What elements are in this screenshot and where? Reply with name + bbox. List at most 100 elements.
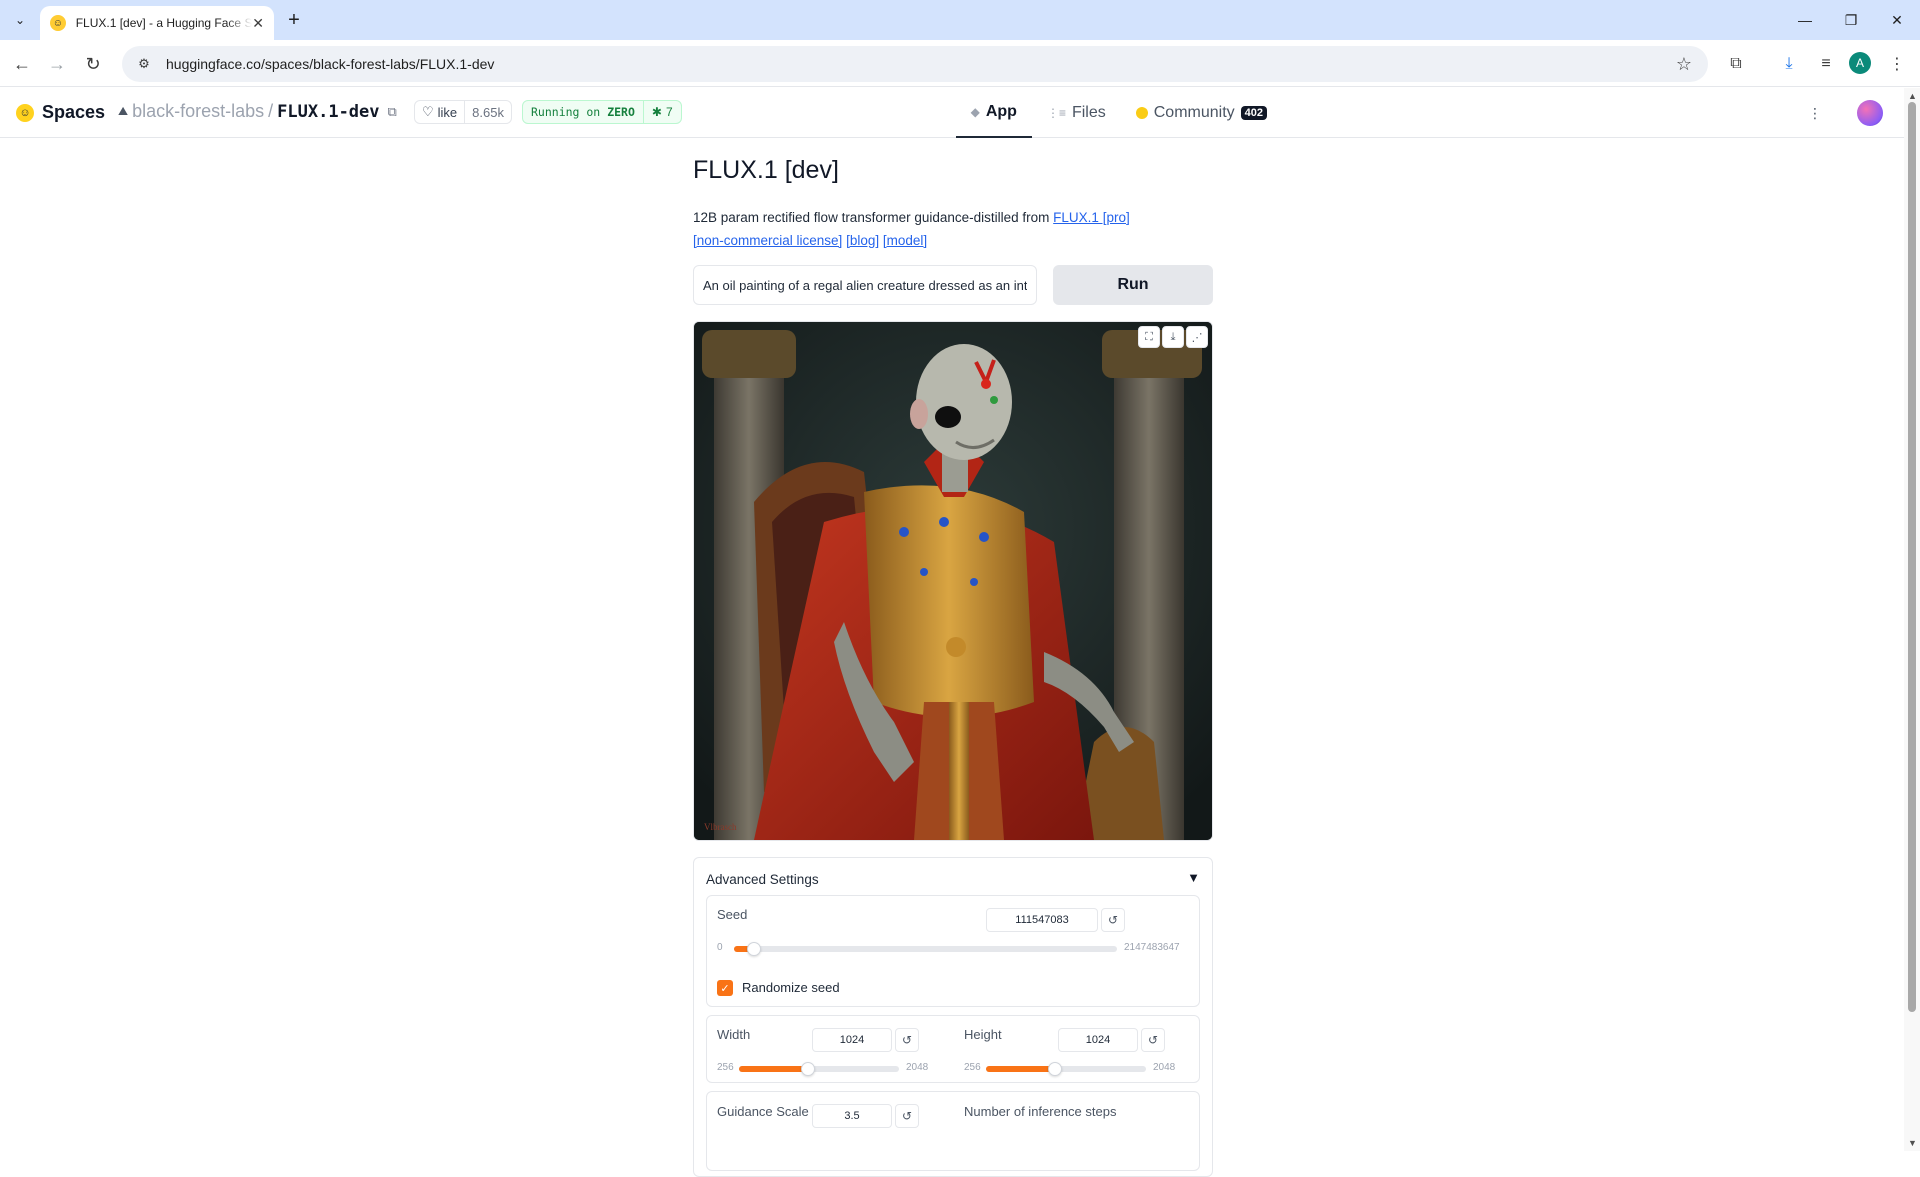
like-count[interactable]: 8.65k: [465, 105, 511, 120]
height-input[interactable]: [1058, 1028, 1138, 1052]
browser-tab[interactable]: ☺ FLUX.1 [dev] - a Hugging Face Space ✕: [40, 6, 274, 40]
width-slider[interactable]: [739, 1062, 899, 1076]
flux-pro-link[interactable]: FLUX.1 [pro]: [1053, 210, 1130, 225]
share-icon[interactable]: ⋰: [1186, 326, 1208, 348]
like-button[interactable]: ♡ like 8.65k: [414, 100, 512, 124]
repo-name[interactable]: FLUX.1-dev: [277, 102, 379, 122]
tab-search-icon[interactable]: ⌄: [8, 8, 32, 32]
address-bar[interactable]: ⚙ huggingface.co/spaces/black-forest-lab…: [122, 46, 1708, 82]
tab-community-label: Community: [1153, 104, 1235, 121]
width-reset-icon[interactable]: ↺: [895, 1028, 919, 1052]
url-text: huggingface.co/spaces/black-forest-labs/…: [166, 56, 495, 72]
repo-breadcrumb: ⛰ black-forest-labs / FLUX.1-dev ⧉: [118, 101, 397, 122]
site-info-icon[interactable]: ⚙: [136, 56, 152, 72]
running-text: Running on ZERO: [523, 105, 643, 119]
seed-input[interactable]: [986, 908, 1098, 932]
randomize-seed-checkbox[interactable]: ✓: [717, 980, 733, 996]
spaces-logo[interactable]: ☺ Spaces: [16, 102, 105, 123]
like-segment: ♡ like: [415, 101, 466, 123]
blog-link[interactable]: [blog]: [846, 233, 879, 248]
reload-icon[interactable]: ↻: [79, 50, 107, 78]
seed-slider-handle[interactable]: [746, 942, 761, 956]
height-slider[interactable]: [986, 1062, 1146, 1076]
more-options-icon[interactable]: ⋮: [1803, 101, 1827, 125]
download-icon[interactable]: ⤓: [1162, 326, 1184, 348]
prompt-input[interactable]: [693, 265, 1037, 305]
browser-tab-strip: ⌄ ☺ FLUX.1 [dev] - a Hugging Face Space …: [0, 0, 1920, 40]
running-count: ✱ 7: [642, 101, 681, 123]
guidance-scale-label: Guidance Scale: [717, 1104, 809, 1119]
hugging-face-favicon-icon: ☺: [50, 15, 66, 31]
close-window-icon[interactable]: ✕: [1874, 0, 1920, 40]
randomize-seed-label[interactable]: Randomize seed: [742, 980, 840, 995]
painting-signature: Vlbrasch: [704, 822, 737, 832]
tab-title: FLUX.1 [dev] - a Hugging Face Space: [75, 16, 253, 30]
bookmark-star-icon[interactable]: ☆: [1676, 54, 1692, 75]
guidance-reset-icon[interactable]: ↺: [895, 1104, 919, 1128]
scroll-down-icon[interactable]: ▼: [1908, 1138, 1917, 1148]
browser-profile-avatar[interactable]: A: [1849, 52, 1871, 74]
seed-panel: Seed ↺ 0 2147483647 ✓ Randomize seed: [706, 895, 1200, 1007]
files-icon: ⋮≡: [1046, 106, 1066, 120]
tab-files-label: Files: [1071, 104, 1106, 121]
org-avatar-icon: ⛰: [118, 104, 129, 118]
height-reset-icon[interactable]: ↺: [1141, 1028, 1165, 1052]
width-max: 2048: [906, 1062, 929, 1073]
tab-app-label: App: [985, 103, 1017, 120]
space-tabs: ◆ App ⋮≡ Files Community 402: [955, 88, 1282, 138]
height-max: 2048: [1153, 1062, 1176, 1073]
guidance-scale-input[interactable]: [812, 1104, 892, 1128]
breadcrumb-separator: /: [268, 101, 274, 121]
tab-app[interactable]: ◆ App: [955, 88, 1032, 138]
forward-icon[interactable]: →: [43, 50, 71, 78]
result-image[interactable]: Vlbrasch ⛶ ⤓ ⋰: [693, 321, 1213, 841]
new-tab-icon[interactable]: +: [282, 8, 306, 32]
model-link[interactable]: [model]: [883, 233, 927, 248]
height-slider-fill: [986, 1066, 1055, 1072]
height-slider-handle[interactable]: [1047, 1062, 1062, 1076]
seed-min: 0: [717, 942, 723, 953]
tab-files[interactable]: ⋮≡ Files: [1032, 88, 1121, 138]
seed-reset-icon[interactable]: ↺: [1101, 908, 1125, 932]
running-status-badge[interactable]: Running on ZERO ✱ 7: [522, 100, 682, 124]
seed-slider[interactable]: [734, 942, 1117, 956]
heart-icon: ♡: [422, 104, 434, 119]
dimensions-panel: Width ↺ 256 2048 Height ↺ 256 2048: [706, 1015, 1200, 1083]
width-input[interactable]: [812, 1028, 892, 1052]
tab-close-icon[interactable]: ✕: [252, 15, 264, 32]
caret-down-icon[interactable]: ▼: [1187, 870, 1200, 885]
back-icon[interactable]: ←: [8, 50, 36, 78]
page-scrollbar[interactable]: ▲ ▼: [1904, 88, 1920, 1151]
advanced-settings-toggle[interactable]: Advanced Settings: [706, 872, 819, 887]
width-slider-handle[interactable]: [800, 1062, 815, 1076]
running-prefix: Running on: [531, 105, 601, 119]
description-text: 12B param rectified flow transformer gui…: [693, 210, 1050, 225]
copy-icon[interactable]: ⧉: [388, 104, 397, 120]
org-link[interactable]: black-forest-labs: [132, 101, 264, 122]
downloads-icon[interactable]: ⤓: [1777, 52, 1801, 76]
scroll-up-icon[interactable]: ▲: [1908, 91, 1917, 101]
running-hardware: ZERO: [607, 105, 635, 119]
community-count-badge: 402: [1240, 106, 1267, 120]
run-button[interactable]: Run: [1053, 265, 1213, 305]
app-description: 12B param rectified flow transformer gui…: [693, 206, 1213, 252]
extensions-icon[interactable]: ⧉: [1724, 52, 1748, 76]
advanced-settings-accordion: Advanced Settings ▼ Seed ↺ 0 2147483647 …: [693, 857, 1213, 1177]
tab-community[interactable]: Community 402: [1121, 88, 1282, 138]
minimize-icon[interactable]: —: [1782, 0, 1828, 40]
guidance-steps-panel: Guidance Scale ↺ Number of inference ste…: [706, 1091, 1200, 1171]
running-count-value: 7: [665, 105, 673, 119]
fullscreen-icon[interactable]: ⛶: [1138, 326, 1160, 348]
user-avatar[interactable]: [1857, 100, 1883, 126]
width-min: 256: [717, 1062, 734, 1073]
height-label: Height: [964, 1027, 1002, 1042]
hugging-face-logo-icon: ☺: [16, 103, 34, 122]
scrollbar-thumb[interactable]: [1908, 102, 1916, 1012]
browser-menu-icon[interactable]: ⋮: [1885, 52, 1909, 76]
community-icon: [1135, 107, 1148, 119]
restore-icon[interactable]: ❐: [1828, 0, 1874, 40]
license-link[interactable]: [non-commercial license]: [693, 233, 842, 248]
browser-toolbar: ← → ↻ ⚙ huggingface.co/spaces/black-fore…: [0, 40, 1920, 87]
media-control-icon[interactable]: ≡: [1814, 52, 1838, 76]
zero-gpu-icon: ✱: [651, 105, 662, 119]
